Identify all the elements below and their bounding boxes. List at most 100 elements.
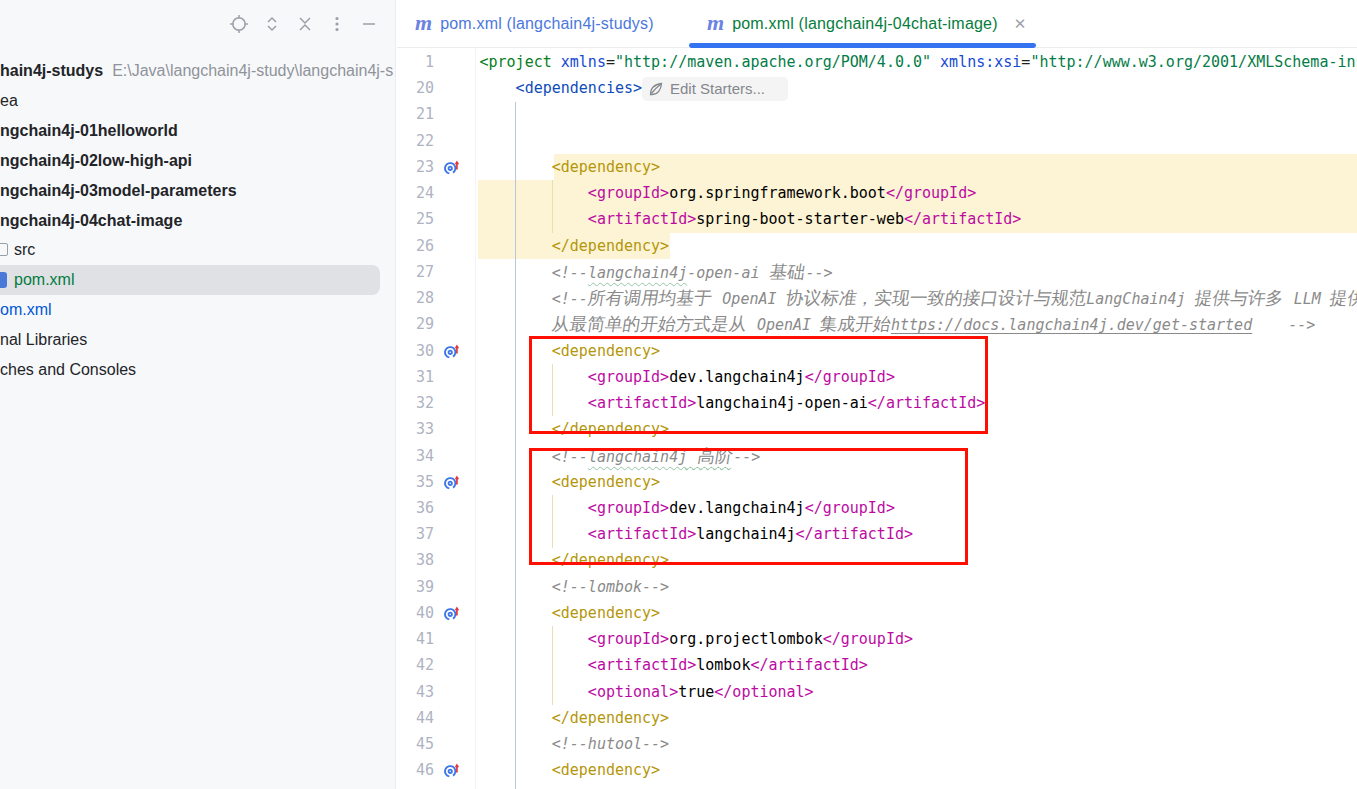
- line-number: 23: [396, 154, 434, 180]
- spring-leaf-icon: [648, 81, 664, 97]
- code-line-29[interactable]: 29 从最简单的开始方式是从 OpenAI 集成开始https://docs.l…: [396, 311, 1357, 338]
- line-number: 39: [396, 574, 434, 600]
- tree-item-ngchain4j-02low-high-api[interactable]: ngchain4j-02low-high-api: [0, 146, 395, 176]
- line-number: 31: [396, 364, 434, 390]
- tree-item-ngchain4j-03model-parameters[interactable]: ngchain4j-03model-parameters: [0, 176, 395, 206]
- tree-item-label: ngchain4j-03model-parameters: [0, 182, 237, 199]
- code-line-21[interactable]: 21: [396, 101, 1357, 128]
- line-number: 21: [396, 101, 434, 127]
- code-text: <optional>true</optional>: [480, 679, 814, 705]
- annotation-red-box: [529, 448, 968, 565]
- code-line-20[interactable]: 20 <dependencies>: [396, 75, 1357, 102]
- line-number: 42: [396, 652, 434, 678]
- code-line-24[interactable]: 24 <groupId>org.springframework.boot</gr…: [396, 180, 1357, 207]
- line-number: 46: [396, 757, 434, 783]
- tree-item-label: nal Libraries: [0, 331, 87, 348]
- code-line-45[interactable]: 45 <!--hutool-->: [396, 731, 1357, 758]
- tree-item-nal-libraries[interactable]: nal Libraries: [0, 325, 395, 355]
- tree-item-label: src: [14, 241, 35, 258]
- line-number: 1: [396, 49, 434, 75]
- tree-item-ngchain4j-01helloworld[interactable]: ngchain4j-01helloworld: [0, 116, 395, 146]
- tab-pom-langchain4j-studys[interactable]: m pom.xml (langchain4j-studys): [415, 0, 654, 47]
- code-text: <project xmlns="http://maven.apache.org/…: [480, 49, 1357, 75]
- code-text: <dependencies>: [480, 75, 643, 101]
- tree-item-pom-xml[interactable]: pom.xml: [0, 265, 395, 295]
- code-line-22[interactable]: 22: [396, 128, 1357, 155]
- maven-file-icon: m: [707, 12, 724, 34]
- maven-reimport-icon[interactable]: [443, 605, 460, 622]
- line-number: 22: [396, 128, 434, 154]
- tree-item-hain4j-studys[interactable]: hain4j-studysE:\Java\langchain4j-study\l…: [0, 56, 395, 86]
- line-number: 30: [396, 338, 434, 364]
- line-number: 37: [396, 521, 434, 547]
- code-line-23[interactable]: 23 <dependency>: [396, 154, 1357, 181]
- hide-panel-icon[interactable]: [359, 14, 379, 34]
- maven-reimport-icon[interactable]: [443, 474, 460, 491]
- code-line-41[interactable]: 41 <groupId>org.projectlombok</groupId>: [396, 626, 1357, 653]
- tree-item-label: pom.xml: [14, 271, 74, 288]
- project-path: E:\Java\langchain4j-study\langchain4j-s: [112, 62, 393, 79]
- collapse-all-icon[interactable]: [295, 14, 315, 34]
- line-number: 34: [396, 443, 434, 469]
- more-options-icon[interactable]: [327, 14, 347, 34]
- inlay-text: Edit Starters...: [670, 80, 765, 97]
- maven-file-icon: [0, 272, 7, 288]
- tab-label: pom.xml (langchain4j-04chat-image): [732, 15, 998, 33]
- maven-reimport-icon[interactable]: [443, 343, 460, 360]
- tree-item-ches-and-consoles[interactable]: ches and Consoles: [0, 355, 395, 385]
- tree-item-label: om.xml: [0, 301, 52, 318]
- tree-item-om-xml[interactable]: om.xml: [0, 295, 395, 325]
- code-line-46[interactable]: 46 <dependency>: [396, 757, 1357, 784]
- edit-starters-inlay[interactable]: Edit Starters...: [642, 77, 788, 101]
- code-line-44[interactable]: 44 </dependency>: [396, 705, 1357, 732]
- locate-file-icon[interactable]: [229, 14, 249, 34]
- line-number: 25: [396, 206, 434, 232]
- tree-item-ea[interactable]: ea: [0, 86, 395, 116]
- code-text: <groupId>org.springframework.boot</group…: [480, 180, 977, 206]
- code-text: <!--所有调用均基于 OpenAI 协议标准，实现一致的接口设计与规范Lang…: [480, 285, 1357, 312]
- tab-pom-langchain4j-04chat-image[interactable]: m pom.xml (langchain4j-04chat-image) ✕: [688, 0, 1026, 47]
- code-line-26[interactable]: 26 </dependency>: [396, 233, 1357, 260]
- line-number: 29: [396, 311, 434, 337]
- code-line-1[interactable]: 1 <project xmlns="http://maven.apache.org…: [396, 49, 1357, 76]
- line-number: 27: [396, 259, 434, 285]
- code-text: <dependency>: [480, 600, 661, 626]
- maven-reimport-icon[interactable]: [443, 762, 460, 779]
- code-line-40[interactable]: 40 <dependency>: [396, 600, 1357, 627]
- code-text: <artifactId>lombok</artifactId>: [480, 652, 868, 678]
- code-text: </dependency>: [480, 705, 670, 731]
- code-line-42[interactable]: 42 <artifactId>lombok</artifactId>: [396, 652, 1357, 679]
- code-text: <!--lombok-->: [480, 574, 670, 600]
- project-tool-window: hain4j-studysE:\Java\langchain4j-study\l…: [0, 0, 396, 789]
- code-line-27[interactable]: 27 <!--langchain4j-open-ai 基础-->: [396, 259, 1357, 286]
- line-number: 43: [396, 679, 434, 705]
- line-number: 33: [396, 416, 434, 442]
- tree-item-label: ngchain4j-02low-high-api: [0, 152, 192, 169]
- line-number: 40: [396, 600, 434, 626]
- code-text: </dependency>: [480, 233, 670, 259]
- tab-label: pom.xml (langchain4j-studys): [440, 15, 654, 33]
- expand-collapse-icon[interactable]: [262, 14, 282, 34]
- code-line-25[interactable]: 25 <artifactId>spring-boot-starter-web</…: [396, 206, 1357, 233]
- line-number: 35: [396, 469, 434, 495]
- annotation-red-box: [529, 336, 988, 434]
- active-tab-underline: [689, 43, 1036, 48]
- code-line-28[interactable]: 28 <!--所有调用均基于 OpenAI 协议标准，实现一致的接口设计与规范L…: [396, 285, 1357, 312]
- close-tab-icon[interactable]: ✕: [1014, 15, 1027, 33]
- line-number: 44: [396, 705, 434, 731]
- tree-item-label: ches and Consoles: [0, 361, 136, 378]
- code-text: <dependency>: [480, 154, 661, 180]
- tree-item-src[interactable]: src: [0, 235, 395, 265]
- line-number: 45: [396, 731, 434, 757]
- line-number: 24: [396, 180, 434, 206]
- code-line-39[interactable]: 39 <!--lombok-->: [396, 574, 1357, 601]
- tree-item-label: ea: [0, 92, 18, 109]
- maven-reimport-icon[interactable]: [443, 159, 460, 176]
- line-number: 36: [396, 495, 434, 521]
- tree-item-ngchain4j-04chat-image[interactable]: ngchain4j-04chat-image: [0, 206, 395, 236]
- code-text: 从最简单的开始方式是从 OpenAI 集成开始https://docs.lang…: [480, 311, 1316, 338]
- line-number: 38: [396, 547, 434, 573]
- code-line-43[interactable]: 43 <optional>true</optional>: [396, 679, 1357, 706]
- code-text: <groupId>org.projectlombok</groupId>: [480, 626, 914, 652]
- code-text: <!--hutool-->: [480, 731, 670, 757]
